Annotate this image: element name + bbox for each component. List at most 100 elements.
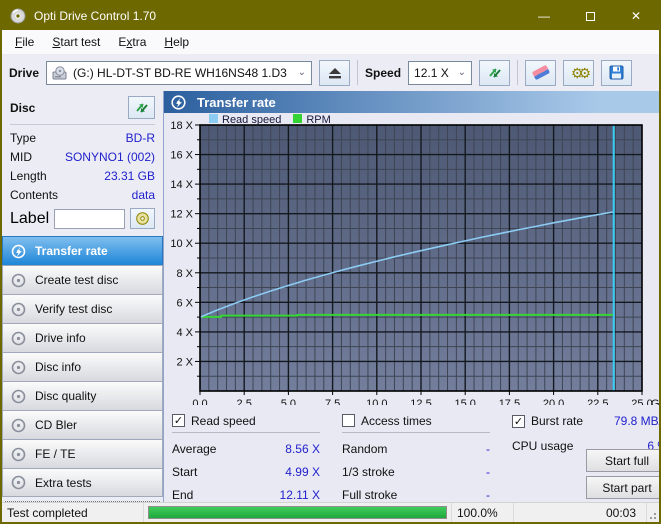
app-window: Opti Drive Control 1.70 — ✕ FileStart te… [0, 0, 661, 524]
minimize-button[interactable]: — [521, 2, 567, 30]
chart-title: Transfer rate [197, 95, 276, 110]
menu-item-start-test[interactable]: Start test [43, 30, 109, 54]
sidebar-item-extra-tests[interactable]: Extra tests [2, 468, 163, 497]
access-times-header: Access times [342, 412, 490, 433]
erase-disc-button[interactable] [525, 60, 556, 86]
access-times-column: Access timesRandom-1/3 stroke-Full strok… [342, 412, 490, 502]
disc-field-type: Type BD-R [10, 131, 155, 150]
read-speed-checkbox[interactable]: ✓ [172, 414, 185, 427]
settings-button[interactable]: ⚙⚙ [563, 60, 594, 86]
chevron-down-icon: ⌄ [298, 67, 306, 78]
disc-icon [11, 418, 26, 433]
close-icon: ✕ [631, 9, 641, 23]
maximize-icon [586, 12, 595, 21]
refresh-disc-button[interactable] [128, 96, 155, 119]
svg-text:15.0: 15.0 [454, 398, 475, 405]
legend-swatch [293, 114, 302, 123]
sidebar-item-label: Transfer rate [35, 244, 108, 258]
speed-value: 12.1 X [414, 66, 449, 80]
disc-field-label: MID [10, 150, 32, 169]
stat-label: 1/3 stroke [342, 465, 395, 479]
eject-button[interactable] [319, 60, 350, 86]
stat-label: Start [172, 465, 197, 479]
speed-label: Speed [365, 66, 401, 80]
menu-item-help[interactable]: Help [155, 30, 198, 54]
transfer-rate-plot: 2 X4 X6 X8 X10 X12 X14 X16 X18 X0.02.55.… [164, 113, 661, 405]
svg-text:12.5: 12.5 [410, 398, 431, 405]
sidebar-item-disc-info[interactable]: Disc info [2, 352, 163, 381]
divider [10, 124, 155, 125]
sidebar-item-label: Extra tests [35, 476, 92, 490]
sidebar-item-cd-bler[interactable]: CD Bler [2, 410, 163, 439]
svg-text:10.0: 10.0 [366, 398, 387, 405]
svg-text:2 X: 2 X [176, 356, 193, 368]
legend-rpm: RPM [293, 114, 330, 126]
progress-section [144, 503, 452, 522]
toolbar-separator [517, 60, 518, 85]
drive-select[interactable]: (G:) HL-DT-ST BD-RE WH16NS48 1.D3 ⌄ [46, 61, 312, 85]
resize-grip[interactable] [647, 503, 659, 522]
status-bar: Test completed 100.0% 00:03 [2, 502, 659, 522]
window-title: Opti Drive Control 1.70 [34, 9, 156, 23]
stat-row-start: Start 4.99 X [172, 465, 320, 479]
maximize-button[interactable] [567, 2, 613, 30]
stat-row-average: Average8.56 X [172, 442, 320, 456]
progress-bar [148, 506, 447, 519]
stat-row-full-stroke: Full stroke- [342, 488, 490, 502]
progress-percent: 100.0% [452, 503, 514, 522]
disc-field-length: Length23.31 GB [10, 169, 155, 188]
legend-swatch [209, 114, 218, 123]
label-input[interactable] [54, 209, 125, 229]
sidebar-item-disc-quality[interactable]: Disc quality [2, 381, 163, 410]
sidebar-item-drive-info[interactable]: Drive info [2, 323, 163, 352]
sidebar-item-verify-test-disc[interactable]: Verify test disc [2, 294, 163, 323]
read-speed-label: Read speed [191, 414, 256, 428]
sidebar-item-fe-te[interactable]: FE / TE [2, 439, 163, 468]
menu-item-extra[interactable]: Extra [109, 30, 155, 54]
burst-rate-checkbox[interactable]: ✓ [512, 415, 525, 428]
disc-icon [11, 389, 26, 404]
svg-text:0.0: 0.0 [192, 398, 207, 405]
stat-value: - [486, 465, 490, 479]
write-label-button[interactable] [130, 208, 155, 229]
start-full-test-button[interactable]: Start full [586, 449, 661, 472]
svg-text:22.5: 22.5 [587, 398, 608, 405]
disc-field-value: BD-R [126, 131, 155, 150]
stat-row-1-3-stroke: 1/3 stroke - [342, 465, 490, 479]
svg-text:5.0: 5.0 [281, 398, 296, 405]
start-partial-test-button[interactable]: Start part [586, 476, 661, 499]
disc-field-label: Type [10, 131, 36, 150]
sidebar-item-label: Drive info [35, 331, 86, 345]
sidebar-item-label: Verify test disc [35, 302, 112, 316]
toolbar: Drive (G:) HL-DT-ST BD-RE WH16NS48 1.D3 … [2, 54, 659, 91]
menu-bar: FileStart testExtraHelp [2, 30, 659, 54]
gears-icon: ⚙⚙ [571, 66, 586, 80]
disc-icon [11, 475, 26, 490]
chart-legend: Read speedRPM [209, 114, 331, 126]
menu-item-file[interactable]: File [6, 30, 43, 54]
refresh-icon [487, 66, 503, 80]
svg-text:12 X: 12 X [170, 209, 193, 221]
stat-label: Average [172, 442, 216, 456]
disc-field-contents: Contentsdata [10, 188, 155, 207]
sidebar-nav: Transfer rate Create test disc Verify test… [2, 236, 163, 497]
eraser-icon [531, 65, 549, 80]
sidebar-item-transfer-rate[interactable]: Transfer rate [2, 236, 163, 265]
stat-value: 12.11 X [280, 488, 320, 502]
access-times-checkbox[interactable] [342, 414, 355, 427]
svg-text:7.5: 7.5 [325, 398, 340, 405]
close-button[interactable]: ✕ [613, 2, 659, 30]
speed-select[interactable]: 12.1 X ⌄ [408, 61, 472, 85]
refresh-icon [134, 101, 150, 115]
chevron-down-icon: ⌄ [458, 67, 466, 78]
floppy-save-icon [609, 65, 624, 80]
save-button[interactable] [601, 60, 632, 86]
sidebar-item-create-test-disc[interactable]: Create test disc [2, 265, 163, 294]
stat-label: CPU usage [512, 439, 573, 453]
left-panel: Disc TypeBD-RMIDSONYNO1 (002)Length23.31… [2, 91, 163, 502]
access-times-label: Access times [361, 414, 432, 428]
disc-icon [11, 331, 26, 346]
stat-value: 4.99 X [285, 465, 320, 479]
refresh-speed-button[interactable] [479, 60, 510, 86]
stat-label: End [172, 488, 193, 502]
